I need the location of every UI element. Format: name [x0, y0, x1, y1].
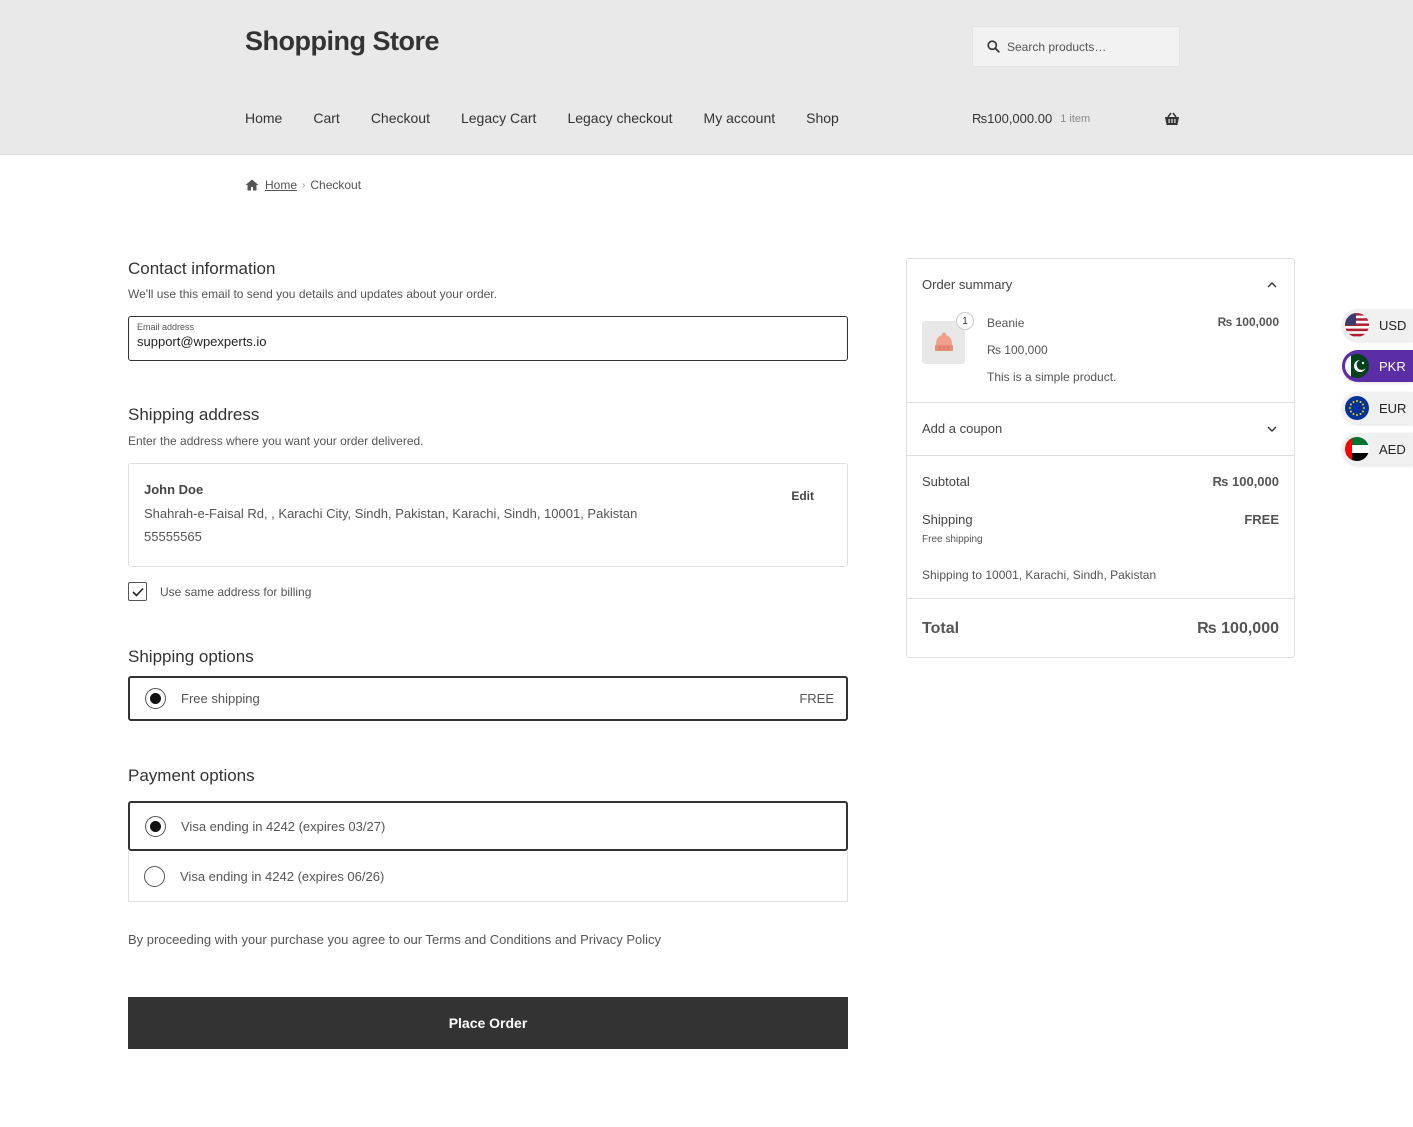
nav-shop[interactable]: Shop	[806, 110, 839, 126]
product-unit-price: ₨ 100,000	[987, 341, 1279, 359]
payment-method-1[interactable]: Visa ending in 4242 (expires 03/27)	[128, 801, 848, 851]
shipping-address-title: Shipping address	[128, 405, 260, 424]
total-label: Total	[922, 620, 960, 637]
radio-selected-dot	[150, 820, 161, 832]
total-value: ₨ 100,000	[1197, 620, 1279, 637]
us-flag-icon	[1345, 313, 1369, 337]
same-billing-checkbox-row[interactable]: Use same address for billing	[128, 582, 311, 601]
beanie-icon	[934, 332, 953, 351]
site-header: Shopping Store Home Cart Checkout Legacy…	[0, 0, 1413, 155]
product-unit-price-text: ₨ 100,000	[987, 343, 1048, 357]
nav-legacy-checkout[interactable]: Legacy checkout	[567, 110, 672, 126]
edit-address-button[interactable]: Edit	[791, 489, 814, 503]
address-card: John Doe Shahrah-e-Faisal Rd, , Karachi …	[128, 463, 848, 567]
product-description-text: This is a simple product.	[987, 370, 1117, 384]
currency-aed[interactable]: AED	[1342, 433, 1413, 465]
search-box[interactable]	[972, 26, 1180, 67]
order-summary: Order summary 1 Beanie ₨ 100,000 ₨ 100,0…	[906, 258, 1295, 658]
shipping-method: Free shipping	[922, 534, 983, 545]
header-cart[interactable]: ₨100,000.00 1 item	[972, 111, 1180, 126]
shipping-options-title: Shipping options	[128, 647, 254, 666]
shipping-label: Shipping	[922, 512, 973, 527]
currency-pkr-code: PKR	[1379, 358, 1406, 374]
chevron-up-icon[interactable]	[1267, 281, 1277, 288]
add-coupon-toggle[interactable]: Add a coupon	[922, 421, 1279, 436]
currency-eur[interactable]: EUR	[1342, 392, 1413, 424]
divider	[907, 402, 1294, 403]
home-icon	[245, 179, 259, 191]
terms-text: By proceeding with your purchase you agr…	[128, 932, 662, 947]
product-line-price-text: ₨ 100,000	[1217, 315, 1279, 329]
nav-checkout[interactable]: Checkout	[371, 110, 430, 126]
nav-my-account[interactable]: My account	[704, 110, 776, 126]
email-field[interactable]: Email address support@wpexperts.io	[128, 316, 848, 361]
pk-flag-icon	[1345, 354, 1369, 378]
order-summary-header[interactable]: Order summary	[922, 277, 1279, 292]
divider	[907, 598, 1294, 599]
payment-method-2-label: Visa ending in 4242 (expires 06/26)	[180, 868, 385, 884]
shipping-to: Shipping to 10001, Karachi, Sindh, Pakis…	[922, 566, 1279, 584]
same-billing-checkbox[interactable]	[128, 582, 147, 601]
breadcrumb: Home › Checkout	[245, 178, 361, 192]
shipping-value: FREE	[1244, 512, 1279, 527]
address-name: John Doe	[144, 482, 204, 497]
nav-cart[interactable]: Cart	[313, 110, 339, 126]
product-line-price: ₨ 100,000	[922, 313, 1279, 331]
address-line: Shahrah-e-Faisal Rd, , Karachi City, Sin…	[144, 506, 638, 521]
shipping-option-label: Free shipping	[181, 691, 260, 706]
breadcrumb-separator-icon: ›	[302, 179, 306, 191]
shipping-option-radio[interactable]	[145, 688, 166, 709]
currency-usd[interactable]: USD	[1342, 309, 1413, 341]
search-input[interactable]	[1007, 39, 1167, 54]
subtotal-value: ₨ 100,000	[1212, 474, 1279, 489]
shipping-address-description: Enter the address where you want your or…	[128, 434, 424, 448]
payment-method-1-radio[interactable]	[145, 815, 166, 837]
payment-method-1-label: Visa ending in 4242 (expires 03/27)	[181, 818, 386, 834]
basket-icon[interactable]	[1164, 112, 1180, 126]
breadcrumb-home-link[interactable]: Home	[265, 178, 297, 192]
shipping-option-price: FREE	[799, 691, 834, 706]
same-billing-label: Use same address for billing	[160, 584, 312, 599]
place-order-button[interactable]: Place Order	[128, 997, 848, 1049]
shipping-option-free[interactable]: Free shipping FREE	[128, 676, 848, 721]
currency-eur-code: EUR	[1379, 400, 1407, 416]
site-title[interactable]: Shopping Store	[245, 26, 439, 57]
total-row: Total ₨ 100,000	[922, 620, 1279, 638]
payment-options-title: Payment options	[128, 766, 255, 785]
eu-flag-icon	[1345, 396, 1369, 420]
order-summary-title: Order summary	[922, 277, 1013, 292]
product-description: This is a simple product.	[987, 368, 1279, 386]
payment-method-2-radio[interactable]	[144, 865, 165, 887]
shipping-row: Shipping FREE	[922, 512, 1279, 527]
ae-flag-icon	[1345, 437, 1369, 461]
breadcrumb-current: Checkout	[310, 178, 362, 192]
add-coupon-label: Add a coupon	[922, 421, 1003, 436]
nav-legacy-cart[interactable]: Legacy Cart	[461, 110, 536, 126]
shipping-to-text: Shipping to 10001, Karachi, Sindh, Pakis…	[922, 568, 1157, 582]
email-value[interactable]: support@wpexperts.io	[137, 334, 839, 349]
subtotal-label: Subtotal	[922, 474, 970, 489]
contact-description: We'll use this email to send you details…	[128, 287, 497, 301]
currency-usd-code: USD	[1379, 317, 1407, 333]
chevron-down-icon[interactable]	[1267, 426, 1277, 432]
subtotal-row: Subtotal ₨ 100,000	[922, 474, 1279, 489]
cart-amount: ₨100,000.00	[972, 111, 1053, 126]
currency-aed-code: AED	[1379, 441, 1406, 457]
nav-home[interactable]: Home	[245, 110, 282, 126]
divider	[907, 455, 1294, 456]
contact-title: Contact information	[128, 259, 276, 278]
main-nav: Home Cart Checkout Legacy Cart Legacy ch…	[245, 110, 870, 126]
search-icon	[987, 40, 1000, 53]
cart-count: 1 item	[1060, 112, 1091, 125]
payment-method-2[interactable]: Visa ending in 4242 (expires 06/26)	[128, 851, 848, 902]
address-phone: 55555565	[144, 529, 202, 544]
currency-pkr[interactable]: PKR	[1342, 350, 1413, 382]
checkmark-icon	[131, 587, 144, 597]
email-label: Email address	[137, 322, 195, 332]
radio-selected-dot	[150, 693, 161, 704]
